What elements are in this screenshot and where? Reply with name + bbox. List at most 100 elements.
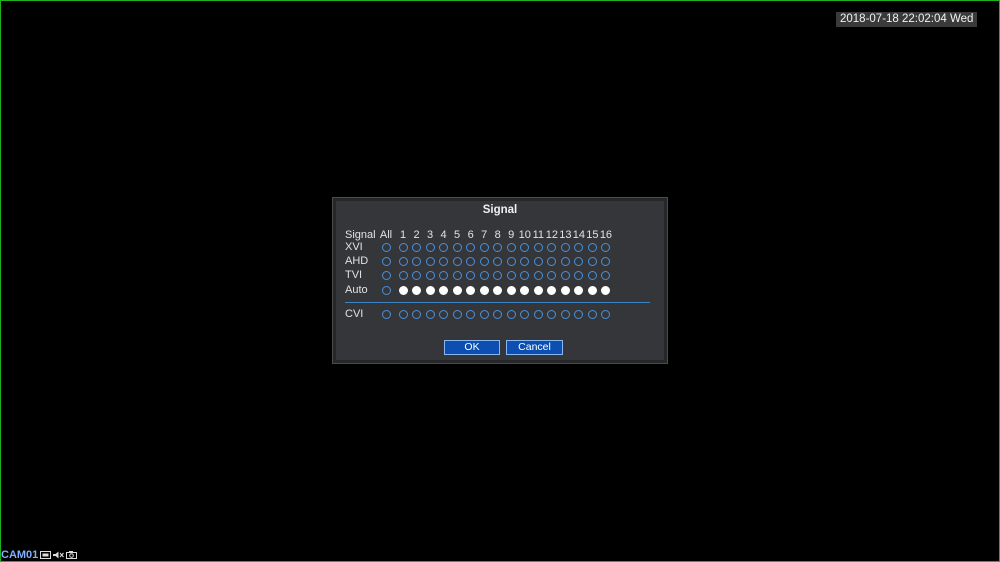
- radio-xvi-ch15[interactable]: [587, 242, 597, 252]
- radio-auto-ch10[interactable]: [520, 285, 530, 295]
- radio-tvi-ch10[interactable]: [520, 270, 530, 280]
- signal-dialog: Signal Signal All 1 2 3 4 5 6 7 8 9 10 11 12 13 14 15 1…: [332, 197, 668, 364]
- radio-ahd-ch15[interactable]: [587, 256, 597, 266]
- radio-cvi-ch11[interactable]: [533, 309, 543, 319]
- radio-xvi-ch12[interactable]: [547, 242, 557, 252]
- row-label-cvi: CVI: [345, 308, 364, 320]
- dialog-body: Signal Signal All 1 2 3 4 5 6 7 8 9 10 11 12 13 14 15 1…: [336, 201, 664, 360]
- radio-tvi-ch2[interactable]: [412, 270, 422, 280]
- radio-auto-ch16[interactable]: [601, 285, 611, 295]
- radio-ahd-ch4[interactable]: [439, 256, 449, 266]
- radio-ahd-ch3[interactable]: [425, 256, 435, 266]
- radio-xvi-ch2[interactable]: [412, 242, 422, 252]
- radio-tvi-ch12[interactable]: [547, 270, 557, 280]
- radio-ahd-ch11[interactable]: [533, 256, 543, 266]
- radio-tvi-ch8[interactable]: [493, 270, 503, 280]
- radio-cvi-ch12[interactable]: [547, 309, 557, 319]
- channel-header-16: 16: [599, 229, 613, 241]
- all-header-label: All: [379, 229, 393, 241]
- radio-cvi-ch7[interactable]: [479, 309, 489, 319]
- radio-ahd-ch9[interactable]: [506, 256, 516, 266]
- radio-tvi-ch5[interactable]: [452, 270, 462, 280]
- radio-tvi-ch7[interactable]: [479, 270, 489, 280]
- radio-tvi-all[interactable]: [381, 270, 391, 280]
- radio-cvi-all[interactable]: [381, 309, 391, 319]
- radio-auto-ch1[interactable]: [398, 285, 408, 295]
- radio-tvi-ch11[interactable]: [533, 270, 543, 280]
- radio-auto-ch3[interactable]: [425, 285, 435, 295]
- radio-tvi-ch14[interactable]: [574, 270, 584, 280]
- radio-auto-ch6[interactable]: [466, 285, 476, 295]
- radio-tvi-ch13[interactable]: [560, 270, 570, 280]
- radio-ahd-ch10[interactable]: [520, 256, 530, 266]
- radio-tvi-ch3[interactable]: [425, 270, 435, 280]
- radio-xvi-ch16[interactable]: [601, 242, 611, 252]
- radio-cvi-ch16[interactable]: [601, 309, 611, 319]
- radio-cvi-ch3[interactable]: [425, 309, 435, 319]
- radio-xvi-ch11[interactable]: [533, 242, 543, 252]
- radio-ahd-ch5[interactable]: [452, 256, 462, 266]
- radio-xvi-ch9[interactable]: [506, 242, 516, 252]
- radio-ahd-ch6[interactable]: [466, 256, 476, 266]
- camera-icon: [66, 551, 78, 559]
- radio-xvi-ch8[interactable]: [493, 242, 503, 252]
- radio-cvi-ch15[interactable]: [587, 309, 597, 319]
- radio-tvi-ch15[interactable]: [587, 270, 597, 280]
- radio-cvi-ch2[interactable]: [412, 309, 422, 319]
- radio-auto-all[interactable]: [381, 285, 391, 295]
- radio-auto-ch8[interactable]: [493, 285, 503, 295]
- radio-cvi-ch10[interactable]: [520, 309, 530, 319]
- radio-auto-ch5[interactable]: [452, 285, 462, 295]
- speaker-muted-icon: [53, 551, 65, 559]
- radio-xvi-ch4[interactable]: [439, 242, 449, 252]
- row-label-xvi: XVI: [345, 241, 363, 253]
- radio-cvi-ch13[interactable]: [560, 309, 570, 319]
- radio-cvi-ch9[interactable]: [506, 309, 516, 319]
- radio-xvi-ch1[interactable]: [398, 242, 408, 252]
- radio-xvi-ch14[interactable]: [574, 242, 584, 252]
- radio-auto-ch15[interactable]: [587, 285, 597, 295]
- cancel-button[interactable]: Cancel: [506, 340, 563, 355]
- radio-xvi-ch6[interactable]: [466, 242, 476, 252]
- radio-tvi-ch1[interactable]: [398, 270, 408, 280]
- radio-ahd-ch16[interactable]: [601, 256, 611, 266]
- radio-ahd-ch12[interactable]: [547, 256, 557, 266]
- dialog-title: Signal: [482, 204, 518, 216]
- radio-auto-ch4[interactable]: [439, 285, 449, 295]
- row-label-ahd: AHD: [345, 255, 369, 267]
- radio-cvi-ch8[interactable]: [493, 309, 503, 319]
- radio-cvi-ch6[interactable]: [466, 309, 476, 319]
- radio-tvi-ch4[interactable]: [439, 270, 449, 280]
- radio-ahd-ch8[interactable]: [493, 256, 503, 266]
- radio-xvi-ch5[interactable]: [452, 242, 462, 252]
- radio-auto-ch12[interactable]: [547, 285, 557, 295]
- radio-xvi-ch13[interactable]: [560, 242, 570, 252]
- radio-ahd-ch7[interactable]: [479, 256, 489, 266]
- radio-cvi-ch5[interactable]: [452, 309, 462, 319]
- radio-tvi-ch6[interactable]: [466, 270, 476, 280]
- radio-xvi-ch7[interactable]: [479, 242, 489, 252]
- radio-ahd-ch2[interactable]: [412, 256, 422, 266]
- radio-auto-ch13[interactable]: [560, 285, 570, 295]
- signal-header-label: Signal: [345, 229, 376, 241]
- radio-xvi-all[interactable]: [381, 242, 391, 252]
- radio-ahd-ch1[interactable]: [398, 256, 408, 266]
- row-label-auto: Auto: [345, 284, 368, 296]
- ok-button[interactable]: OK: [444, 340, 500, 355]
- radio-ahd-ch14[interactable]: [574, 256, 584, 266]
- radio-auto-ch7[interactable]: [479, 285, 489, 295]
- radio-xvi-ch10[interactable]: [520, 242, 530, 252]
- radio-auto-ch9[interactable]: [506, 285, 516, 295]
- radio-ahd-all[interactable]: [381, 256, 391, 266]
- radio-xvi-ch3[interactable]: [425, 242, 435, 252]
- radio-tvi-ch16[interactable]: [601, 270, 611, 280]
- radio-auto-ch2[interactable]: [412, 285, 422, 295]
- radio-ahd-ch13[interactable]: [560, 256, 570, 266]
- radio-cvi-ch1[interactable]: [398, 309, 408, 319]
- radio-auto-ch11[interactable]: [533, 285, 543, 295]
- radio-cvi-ch4[interactable]: [439, 309, 449, 319]
- radio-cvi-ch14[interactable]: [574, 309, 584, 319]
- separator-line: [345, 302, 650, 303]
- radio-tvi-ch9[interactable]: [506, 270, 516, 280]
- radio-auto-ch14[interactable]: [574, 285, 584, 295]
